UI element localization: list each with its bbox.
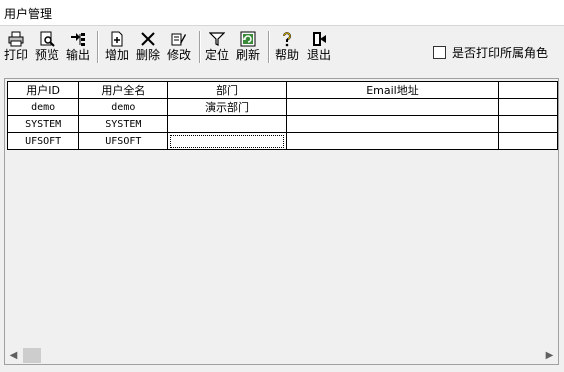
table-row[interactable]: SYSTEM SYSTEM (6, 115, 558, 133)
cell-user-id[interactable]: demo (6, 98, 80, 116)
cell-extra[interactable] (498, 115, 558, 133)
print-roles-label: 是否打印所属角色 (452, 45, 549, 60)
toolbar-separator (268, 31, 270, 63)
column-header-full-name[interactable]: 用户全名 (78, 81, 169, 99)
user-grid: 用户ID 用户全名 部门 Email地址 demo demo 演示部门 SYST… (4, 78, 559, 365)
edit-button[interactable]: 修改 (167, 29, 191, 65)
cell-full-name[interactable]: demo (78, 98, 169, 116)
table-row[interactable]: UFSOFT UFSOFT (6, 132, 558, 150)
printer-icon (8, 31, 24, 47)
table-header-row: 用户ID 用户全名 部门 Email地址 (6, 81, 558, 99)
help-label: 帮助 (275, 48, 300, 62)
cell-email[interactable] (285, 98, 500, 116)
scroll-right-icon[interactable]: ▶ (541, 347, 558, 364)
add-button[interactable]: 增加 (105, 29, 129, 65)
cell-extra[interactable] (498, 132, 558, 150)
user-management-window: 用户管理 打印 预览 输出 增加 删除 修改 定位 刷新 帮助 退出 是否打印所… (0, 0, 564, 372)
cell-department[interactable] (167, 115, 287, 133)
window-title: 用户管理 (4, 7, 53, 21)
refresh-icon (240, 31, 256, 47)
column-header-user-id[interactable]: 用户ID (6, 81, 80, 99)
print-roles-checkbox[interactable] (433, 45, 446, 59)
preview-button[interactable]: 预览 (35, 29, 59, 65)
locate-button[interactable]: 定位 (205, 29, 229, 65)
column-header-email[interactable]: Email地址 (285, 81, 500, 99)
toolbar: 打印 预览 输出 增加 删除 修改 定位 刷新 帮助 退出 是否打印所属角色 (0, 27, 564, 69)
add-icon (109, 31, 125, 47)
toolbar-separator (97, 31, 99, 63)
scroll-thumb[interactable] (23, 348, 41, 363)
help-button[interactable]: 帮助 (275, 29, 299, 65)
print-button[interactable]: 打印 (4, 29, 28, 65)
locate-label: 定位 (205, 48, 230, 62)
cell-user-id[interactable]: UFSOFT (6, 132, 80, 150)
edit-icon (171, 31, 187, 47)
refresh-button[interactable]: 刷新 (236, 29, 260, 65)
export-button[interactable]: 输出 (66, 29, 90, 65)
export-icon (70, 31, 86, 47)
refresh-label: 刷新 (236, 48, 261, 62)
exit-button[interactable]: 退出 (307, 29, 331, 65)
add-label: 增加 (105, 48, 130, 62)
cell-user-id[interactable]: SYSTEM (6, 115, 80, 133)
cell-email[interactable] (285, 115, 500, 133)
exit-icon (311, 31, 327, 47)
horizontal-scrollbar[interactable]: ◀ ▶ (5, 347, 558, 364)
preview-icon (39, 31, 55, 47)
cell-full-name[interactable]: UFSOFT (78, 132, 169, 150)
toolbar-separator (199, 31, 201, 63)
filter-icon (209, 31, 225, 47)
column-header-extra[interactable] (498, 81, 558, 99)
print-roles-option[interactable]: 是否打印所属角色 (433, 44, 548, 60)
table-row[interactable]: demo demo 演示部门 (6, 98, 558, 116)
cell-department[interactable]: 演示部门 (167, 98, 287, 116)
scroll-left-icon[interactable]: ◀ (5, 347, 22, 364)
preview-label: 预览 (35, 48, 60, 62)
title-bar: 用户管理 (0, 0, 564, 26)
column-header-department[interactable]: 部门 (167, 81, 287, 99)
user-table: 用户ID 用户全名 部门 Email地址 demo demo 演示部门 SYST… (6, 81, 558, 150)
cell-full-name[interactable]: SYSTEM (78, 115, 169, 133)
edit-label: 修改 (167, 48, 192, 62)
delete-label: 删除 (136, 48, 161, 62)
export-label: 输出 (66, 48, 91, 62)
exit-label: 退出 (307, 48, 332, 62)
cell-department[interactable] (167, 132, 287, 150)
cell-extra[interactable] (498, 98, 558, 116)
cell-email[interactable] (285, 132, 500, 150)
print-label: 打印 (4, 48, 29, 62)
delete-icon (140, 31, 156, 47)
delete-button[interactable]: 删除 (136, 29, 160, 65)
help-icon (279, 31, 295, 47)
